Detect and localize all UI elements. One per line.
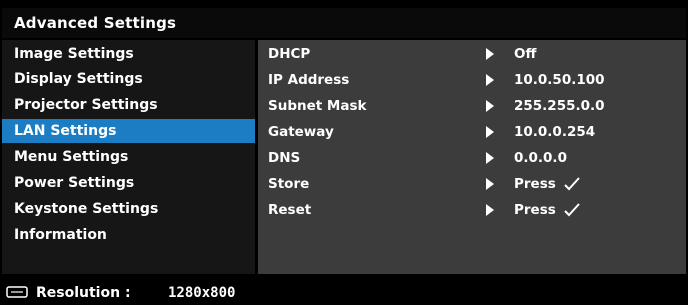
setting-value: Press [514, 202, 580, 218]
value-text: Press [514, 202, 556, 218]
lan-row-reset[interactable]: Reset Press [258, 198, 686, 222]
value-text: Off [514, 46, 537, 62]
value-text: Press [514, 176, 556, 192]
value-text: 255.255.0.0 [514, 98, 605, 114]
lan-row-dhcp[interactable]: DHCP Off [258, 42, 686, 66]
value-text: 10.0.50.100 [514, 72, 605, 88]
menu-item-label: Power Settings [14, 175, 135, 191]
display-input-icon [6, 286, 28, 298]
lan-row-store[interactable]: Store Press [258, 172, 686, 196]
arrow-right-icon [486, 74, 494, 86]
lan-row-ip-address[interactable]: IP Address 10.0.50.100 [258, 68, 686, 92]
projector-osd: Advanced Settings Image Settings Display… [0, 0, 688, 305]
setting-label: Reset [268, 202, 312, 218]
setting-label: Store [268, 176, 310, 192]
resolution-label: Resolution : [36, 284, 131, 301]
setting-label: DHCP [268, 46, 311, 62]
arrow-right-icon [486, 126, 494, 138]
value-text: 10.0.0.254 [514, 124, 596, 140]
menu-item-menu-settings[interactable]: Menu Settings [2, 145, 255, 169]
setting-label: Gateway [268, 124, 334, 140]
menu-item-label: Menu Settings [14, 149, 129, 165]
arrow-right-icon [486, 152, 494, 164]
setting-value: Press [514, 176, 580, 192]
menu-item-information[interactable]: Information [2, 223, 255, 247]
arrow-right-icon [486, 204, 494, 216]
setting-value: 255.255.0.0 [514, 98, 605, 114]
lan-row-gateway[interactable]: Gateway 10.0.0.254 [258, 120, 686, 144]
lan-row-dns[interactable]: DNS 0.0.0.0 [258, 146, 686, 170]
setting-value: 10.0.0.254 [514, 124, 595, 140]
menu-item-label: Information [14, 227, 107, 243]
menu-item-display-settings[interactable]: Display Settings [2, 67, 255, 91]
value-text: 0.0.0.0 [514, 150, 567, 166]
setting-label: Subnet Mask [268, 98, 367, 114]
checkmark-icon [564, 203, 580, 217]
menu-item-projector-settings[interactable]: Projector Settings [2, 93, 255, 117]
menu-item-label: Display Settings [14, 71, 143, 87]
setting-label: IP Address [268, 72, 350, 88]
arrow-right-icon [486, 100, 494, 112]
status-bar: Resolution : 1280x800 [0, 280, 688, 305]
menu-item-label: LAN Settings [14, 123, 117, 139]
title-bar: Advanced Settings [2, 8, 686, 38]
menu-item-label: Keystone Settings [14, 201, 159, 217]
arrow-right-icon [486, 178, 494, 190]
page-title: Advanced Settings [14, 14, 177, 32]
menu-item-keystone-settings[interactable]: Keystone Settings [2, 197, 255, 221]
checkmark-icon [564, 177, 580, 191]
setting-value: 0.0.0.0 [514, 150, 567, 166]
menu-item-lan-settings[interactable]: LAN Settings [2, 119, 255, 143]
setting-value: Off [514, 46, 536, 62]
menu-item-power-settings[interactable]: Power Settings [2, 171, 255, 195]
menu-item-image-settings[interactable]: Image Settings [2, 42, 255, 66]
setting-value: 10.0.50.100 [514, 72, 605, 88]
arrow-right-icon [486, 48, 494, 60]
lan-row-subnet-mask[interactable]: Subnet Mask 255.255.0.0 [258, 94, 686, 118]
resolution-value: 1280x800 [168, 284, 236, 301]
menu-item-label: Projector Settings [14, 97, 158, 113]
settings-menu: Image Settings Display Settings Projecto… [2, 40, 255, 274]
lan-settings-panel: DHCP Off IP Address 10.0.50.100 Subnet M… [258, 40, 686, 274]
menu-item-label: Image Settings [14, 46, 134, 62]
setting-label: DNS [268, 150, 301, 166]
